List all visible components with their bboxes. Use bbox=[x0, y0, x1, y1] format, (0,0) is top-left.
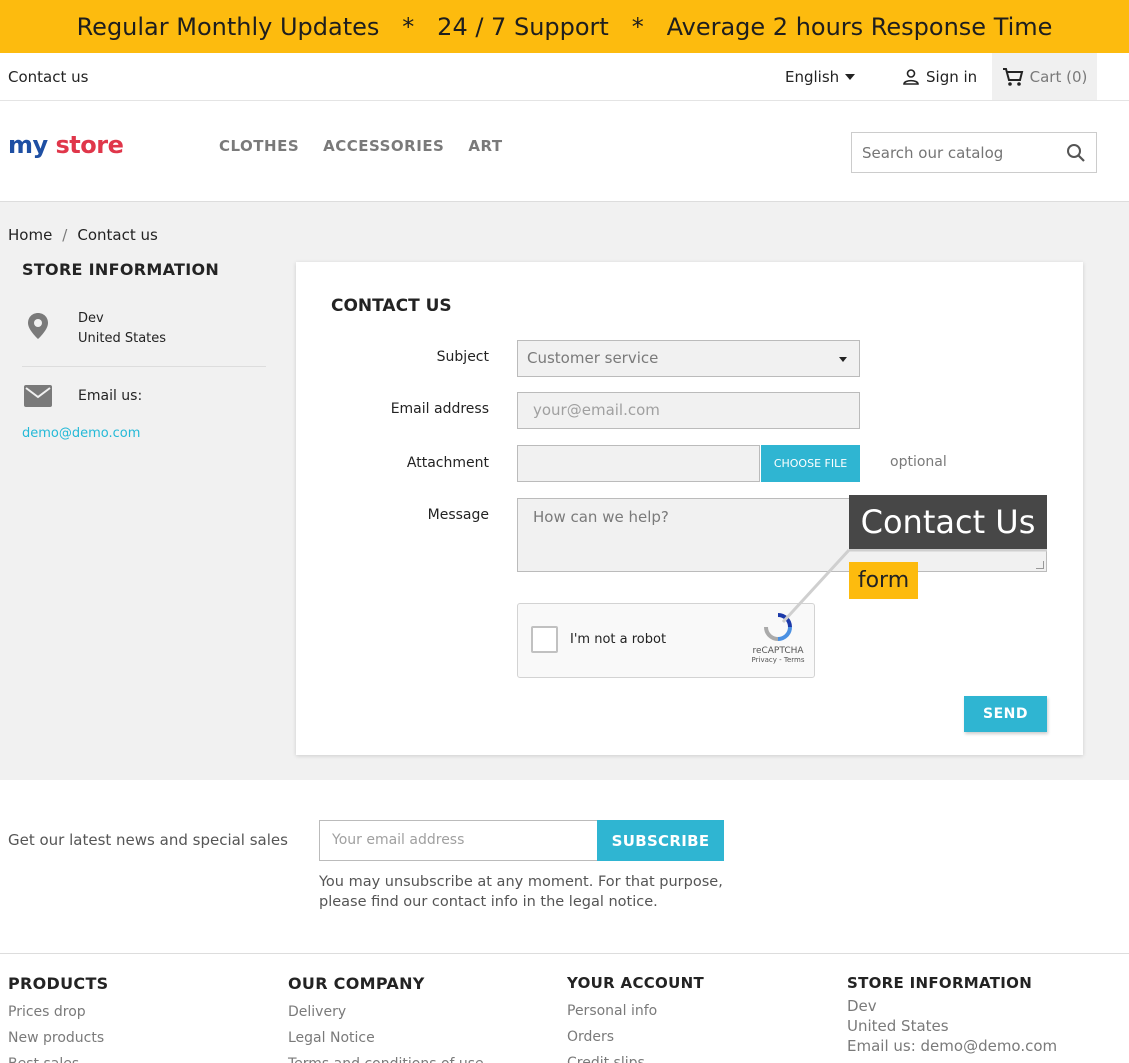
menu-item-art[interactable]: ART bbox=[468, 137, 502, 155]
footer-link-new-products[interactable]: New products bbox=[8, 1025, 109, 1051]
newsletter-email-input[interactable]: Your email address bbox=[319, 820, 598, 861]
recaptcha-label: I'm not a robot bbox=[570, 632, 667, 647]
store-email-link[interactable]: demo@demo.com bbox=[22, 426, 140, 441]
sign-in-link[interactable]: Sign in bbox=[902, 68, 977, 86]
callout-subtitle: form bbox=[849, 562, 918, 599]
footer-store-title: STORE INFORMATION bbox=[847, 974, 1033, 992]
footer-account: YOUR ACCOUNT Personal info Orders Credit… bbox=[567, 974, 704, 1063]
footer-store-line3[interactable]: Email us: demo@demo.com bbox=[847, 1036, 1057, 1056]
attachment-input[interactable] bbox=[517, 445, 760, 482]
footer-company: OUR COMPANY Delivery Legal Notice Terms … bbox=[288, 974, 484, 1063]
footer-link-personal-info[interactable]: Personal info bbox=[567, 998, 704, 1024]
footer-link-legal-notice[interactable]: Legal Notice bbox=[288, 1025, 484, 1051]
search-input[interactable] bbox=[852, 133, 1052, 172]
top-nav: Contact us English Sign in Cart (0) bbox=[0, 53, 1129, 101]
breadcrumb: Home / Contact us bbox=[8, 226, 158, 244]
menu-item-clothes[interactable]: CLOTHES bbox=[219, 137, 299, 155]
subscribe-button[interactable]: SUBSCRIBE bbox=[597, 820, 724, 861]
contact-form-title: CONTACT US bbox=[331, 296, 452, 316]
choose-file-button[interactable]: CHOOSE FILE bbox=[761, 445, 860, 482]
footer-store-line2: United States bbox=[847, 1017, 949, 1035]
user-icon bbox=[903, 69, 919, 85]
site-footer: PRODUCTS Prices drop New products Best s… bbox=[0, 955, 1129, 1063]
caret-down-icon bbox=[839, 357, 847, 362]
footer-link-orders[interactable]: Orders bbox=[567, 1024, 704, 1050]
store-address: Dev United States bbox=[78, 309, 166, 349]
send-button[interactable]: SEND bbox=[964, 696, 1047, 732]
newsletter-section: Get our latest news and special sales Yo… bbox=[0, 780, 1129, 954]
store-logo[interactable]: my store bbox=[8, 131, 124, 159]
subject-select[interactable]: Customer service bbox=[517, 340, 860, 377]
map-pin-icon bbox=[28, 313, 48, 339]
search-box bbox=[851, 132, 1097, 173]
footer-products: PRODUCTS Prices drop New products Best s… bbox=[8, 974, 109, 1063]
store-info-title: STORE INFORMATION bbox=[22, 260, 220, 279]
main-menu: CLOTHES ACCESSORIES ART bbox=[219, 137, 503, 155]
subject-value: Customer service bbox=[527, 349, 659, 367]
footer-link-prices-drop[interactable]: Prices drop bbox=[8, 999, 109, 1025]
main-content: Home / Contact us STORE INFORMATION Dev … bbox=[0, 202, 1129, 780]
attachment-label: Attachment bbox=[406, 455, 489, 471]
language-label: English bbox=[785, 68, 840, 86]
footer-company-title: OUR COMPANY bbox=[288, 974, 425, 993]
newsletter-note-line2: please find our contact info in the lega… bbox=[319, 894, 658, 910]
email-label: Email address bbox=[390, 401, 489, 417]
recaptcha-widget: I'm not a robot reCAPTCHA Privacy - Term… bbox=[517, 603, 815, 678]
logo-my: my bbox=[8, 131, 48, 159]
footer-account-title: YOUR ACCOUNT bbox=[567, 974, 704, 992]
subject-label: Subject bbox=[436, 349, 489, 365]
store-address-line1: Dev bbox=[78, 311, 104, 326]
resize-handle-icon[interactable] bbox=[1036, 561, 1044, 569]
recaptcha-brand: reCAPTCHA bbox=[752, 646, 804, 656]
footer-link-best-sales[interactable]: Best sales bbox=[8, 1051, 109, 1063]
store-info-divider bbox=[22, 366, 266, 367]
store-information: STORE INFORMATION Dev United States Emai… bbox=[22, 260, 266, 441]
recaptcha-logo: reCAPTCHA Privacy - Terms bbox=[748, 612, 808, 664]
newsletter-text: Get our latest news and special sales bbox=[8, 831, 288, 849]
footer-link-delivery[interactable]: Delivery bbox=[288, 999, 484, 1025]
sign-in-label: Sign in bbox=[926, 68, 978, 86]
menu-item-accessories[interactable]: ACCESSORIES bbox=[323, 137, 444, 155]
search-icon[interactable] bbox=[1066, 143, 1086, 163]
envelope-icon bbox=[24, 385, 52, 407]
cart-button[interactable]: Cart (0) bbox=[992, 53, 1097, 100]
footer-link-credit-slips[interactable]: Credit slips bbox=[567, 1050, 704, 1063]
footer-link-terms[interactable]: Terms and conditions of use bbox=[288, 1051, 484, 1063]
newsletter-note: You may unsubscribe at any moment. For t… bbox=[319, 872, 723, 912]
email-us-label: Email us: bbox=[78, 388, 143, 404]
message-label: Message bbox=[427, 507, 489, 523]
message-placeholder: How can we help? bbox=[533, 508, 669, 526]
email-input[interactable]: your@email.com bbox=[517, 392, 860, 429]
caret-down-icon bbox=[845, 74, 856, 80]
recaptcha-terms[interactable]: Privacy - Terms bbox=[748, 656, 808, 664]
newsletter-note-line1: You may unsubscribe at any moment. For t… bbox=[319, 874, 723, 890]
site-header: my store CLOTHES ACCESSORIES ART bbox=[0, 101, 1129, 202]
cart-icon bbox=[1002, 67, 1023, 86]
language-selector[interactable]: English bbox=[785, 68, 856, 86]
promo-banner: Regular Monthly Updates * 24 / 7 Support… bbox=[0, 0, 1129, 53]
optional-label: optional bbox=[890, 454, 947, 470]
footer-store-info: STORE INFORMATION Dev United States Emai… bbox=[847, 974, 1057, 1056]
breadcrumb-home[interactable]: Home bbox=[8, 226, 52, 244]
breadcrumb-current: Contact us bbox=[77, 226, 158, 244]
logo-store: store bbox=[55, 131, 124, 159]
contact-us-link[interactable]: Contact us bbox=[8, 68, 88, 86]
recaptcha-logo-icon bbox=[764, 613, 792, 641]
breadcrumb-separator: / bbox=[62, 226, 68, 244]
store-address-line2: United States bbox=[78, 331, 167, 346]
footer-products-title: PRODUCTS bbox=[8, 974, 109, 993]
footer-store-line1: Dev bbox=[847, 997, 877, 1015]
callout-title: Contact Us bbox=[849, 495, 1047, 549]
recaptcha-checkbox[interactable] bbox=[531, 626, 558, 653]
cart-label: Cart (0) bbox=[1029, 67, 1088, 86]
